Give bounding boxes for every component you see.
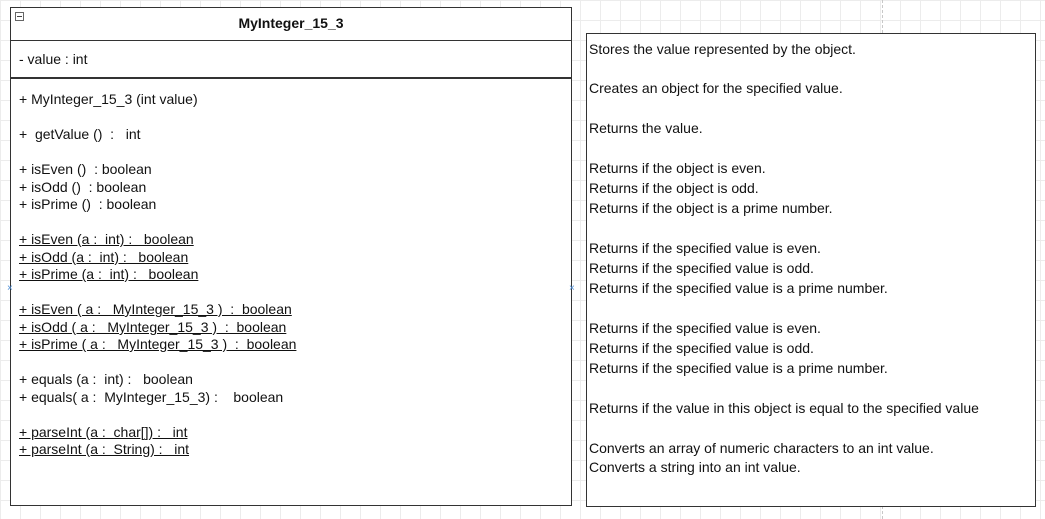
op-iseven-int: + isEven (a : int) : boolean bbox=[19, 231, 194, 247]
desc-isodd-myinteger: Returns if the specified value is odd. bbox=[589, 340, 814, 356]
op-isprime: + isPrime () : boolean bbox=[19, 196, 157, 212]
desc-value: Stores the value represented by the obje… bbox=[589, 41, 856, 57]
op-equals-myinteger: + equals( a : MyInteger_15_3) : boolean bbox=[19, 389, 284, 405]
op-iseven: + isEven () : boolean bbox=[19, 161, 152, 177]
attribute-value: - value : int bbox=[19, 51, 88, 67]
uml-class-box[interactable]: MyInteger_15_3 - value : int + MyInteger… bbox=[10, 7, 572, 506]
op-isprime-myinteger: + isPrime ( a : MyInteger_15_3 ) : boole… bbox=[19, 336, 297, 352]
desc-isprime: Returns if the object is a prime number. bbox=[589, 200, 833, 216]
connection-marker-left-icon[interactable]: × bbox=[7, 283, 13, 294]
class-name: MyInteger_15_3 bbox=[238, 15, 344, 31]
op-constructor: + MyInteger_15_3 (int value) bbox=[19, 91, 198, 107]
desc-parseint-string: Converts a string into an int value. bbox=[589, 459, 801, 475]
desc-isodd: Returns if the object is odd. bbox=[589, 180, 759, 196]
description-box[interactable]: Stores the value represented by the obje… bbox=[586, 33, 1036, 507]
attributes-section: - value : int bbox=[11, 41, 571, 79]
class-header[interactable]: MyInteger_15_3 bbox=[11, 8, 571, 41]
op-isodd-int: + isOdd (a : int) : boolean bbox=[19, 249, 189, 265]
operations-section: + MyInteger_15_3 (int value) + getValue … bbox=[11, 80, 571, 505]
desc-constructor: Creates an object for the specified valu… bbox=[589, 80, 843, 96]
desc-iseven-myinteger: Returns if the specified value is even. bbox=[589, 320, 821, 336]
op-parseint-string: + parseInt (a : String) : int bbox=[19, 441, 190, 457]
op-parseint-chararray: + parseInt (a : char[]) : int bbox=[19, 424, 188, 440]
desc-equals: Returns if the value in this object is e… bbox=[589, 400, 979, 416]
op-equals-int: + equals (a : int) : boolean bbox=[19, 371, 193, 387]
op-isprime-int: + isPrime (a : int) : boolean bbox=[19, 266, 199, 282]
desc-isodd-int: Returns if the specified value is odd. bbox=[589, 260, 814, 276]
connection-marker-right-icon[interactable]: × bbox=[569, 283, 575, 294]
desc-getvalue: Returns the value. bbox=[589, 120, 703, 136]
op-getvalue: + getValue () : int bbox=[19, 126, 141, 142]
desc-isprime-myinteger: Returns if the specified value is a prim… bbox=[589, 360, 888, 376]
op-isodd: + isOdd () : boolean bbox=[19, 179, 147, 195]
section-divider bbox=[11, 77, 571, 78]
desc-parseint-chararray: Converts an array of numeric characters … bbox=[589, 440, 934, 456]
desc-iseven: Returns if the object is even. bbox=[589, 160, 766, 176]
desc-isprime-int: Returns if the specified value is a prim… bbox=[589, 280, 888, 296]
desc-iseven-int: Returns if the specified value is even. bbox=[589, 240, 821, 256]
op-isodd-myinteger: + isOdd ( a : MyInteger_15_3 ) : boolean bbox=[19, 319, 287, 335]
op-iseven-myinteger: + isEven ( a : MyInteger_15_3 ) : boolea… bbox=[19, 301, 292, 317]
